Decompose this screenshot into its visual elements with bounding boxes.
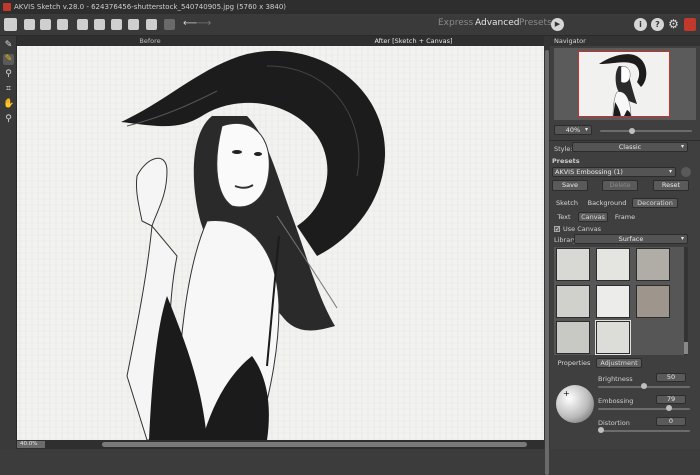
gallery-scrollbar[interactable]	[684, 247, 688, 355]
settings-panel: Navigator 40% ▾ Style: Classic ▾ Presets A…	[550, 36, 700, 449]
presets-select[interactable]: AKVIS Embossing (1) ▾	[552, 167, 676, 177]
zoom-select[interactable]: 40% ▾	[554, 125, 592, 135]
texture-thumb[interactable]	[556, 321, 590, 354]
save-preset-button[interactable]: Save	[552, 180, 588, 191]
canvas-tabs: Before After [Sketch + Canvas]	[17, 36, 544, 46]
texture-thumb[interactable]	[596, 248, 630, 281]
embossing-slider-knob[interactable]	[665, 405, 672, 411]
navigator-header: Navigator	[550, 36, 700, 46]
tab-canvas[interactable]: Canvas	[578, 212, 608, 222]
zoom-slider-knob[interactable]	[629, 128, 635, 134]
texture-thumb-selected[interactable]	[595, 320, 631, 355]
left-toolbar: ✎ ✎ ⚲ ⌗ ✋ ⚲	[0, 36, 17, 449]
library-select[interactable]: Surface ▾	[574, 234, 688, 244]
redo-icon[interactable]: ⟶	[197, 18, 211, 29]
distortion-slider[interactable]	[598, 430, 690, 432]
tab-properties[interactable]: Properties	[554, 358, 594, 368]
tab-adjustment[interactable]: Adjustment	[596, 358, 642, 368]
texture-thumb[interactable]	[636, 248, 670, 281]
zoom-icon[interactable]: ⚲	[3, 114, 14, 125]
brightness-slider-knob[interactable]	[641, 383, 647, 389]
tab-sketch[interactable]: Sketch	[552, 198, 582, 208]
light-direction-sphere[interactable]: +	[556, 385, 594, 423]
top-toolbar: ⟵ ⟶ Express Advanced Presets ▶ i ? ⚙	[0, 14, 700, 36]
texture-thumb[interactable]	[636, 285, 670, 318]
run-disabled-icon	[164, 19, 175, 30]
tab-background[interactable]: Background	[586, 198, 628, 208]
settings-icon[interactable]	[128, 19, 139, 30]
pencil-icon[interactable]: ✎	[3, 40, 14, 51]
brightness-value[interactable]: 50	[656, 373, 686, 382]
delete-preset-button[interactable]: Delete	[602, 180, 638, 191]
texture-thumb[interactable]	[596, 285, 630, 318]
after-tab[interactable]: After [Sketch + Canvas]	[283, 36, 544, 46]
mode-express[interactable]: Express	[438, 18, 473, 28]
undo-icon[interactable]: ⟵	[183, 18, 197, 29]
bookmark-icon[interactable]	[684, 18, 696, 31]
tab-decoration[interactable]: Decoration	[632, 198, 678, 208]
print-icon[interactable]	[57, 19, 68, 30]
presets-label: Presets	[552, 157, 580, 165]
before-tab[interactable]: Before	[17, 36, 283, 46]
embossing-label: Embossing	[598, 397, 634, 405]
distortion-label: Distortion	[598, 419, 630, 427]
brightness-label: Brightness	[598, 375, 633, 383]
use-canvas-checkbox[interactable]: ✓	[554, 226, 560, 233]
eraser-icon[interactable]: ✎	[3, 54, 14, 65]
horizontal-scrollbar[interactable]	[102, 442, 527, 447]
embossing-slider[interactable]	[598, 408, 690, 410]
sketch-image	[17, 46, 544, 440]
tab-text[interactable]: Text	[554, 212, 574, 222]
status-bar: 40.0%	[17, 440, 544, 449]
reset-preset-button[interactable]: Reset	[653, 180, 689, 191]
apply-icon[interactable]	[146, 19, 157, 30]
texture-thumb[interactable]	[556, 285, 590, 318]
help-icon[interactable]: ?	[651, 18, 664, 31]
navigator-preview[interactable]	[554, 48, 696, 120]
play-icon[interactable]: ▶	[551, 18, 564, 31]
zoom-readout[interactable]: 40.0%	[17, 441, 45, 448]
distortion-slider-knob[interactable]	[598, 427, 604, 433]
title-bar: AKVIS Sketch v.28.0 - 624376456-shutters…	[0, 0, 700, 14]
use-canvas-label: Use Canvas	[563, 225, 602, 233]
mode-presets[interactable]: Presets	[519, 18, 552, 28]
style-label: Style:	[554, 145, 573, 153]
style-select[interactable]: Classic ▾	[572, 142, 688, 152]
zoom-slider[interactable]	[600, 130, 692, 132]
stamp-icon[interactable]: ⚲	[3, 69, 14, 80]
texture-thumb[interactable]	[556, 248, 590, 281]
texture-gallery	[554, 247, 686, 355]
share-icon[interactable]	[111, 19, 122, 30]
hand-icon[interactable]: ✋	[3, 99, 14, 110]
distortion-value[interactable]: 0	[656, 417, 686, 426]
tab-frame[interactable]: Frame	[612, 212, 638, 222]
window-title: AKVIS Sketch v.28.0 - 624376456-shutters…	[14, 3, 287, 11]
info-icon[interactable]: i	[634, 18, 647, 31]
gear-icon[interactable]: ⚙	[667, 18, 680, 31]
embossing-value[interactable]: 79	[656, 395, 686, 404]
save-icon[interactable]	[40, 19, 51, 30]
favorite-icon[interactable]	[681, 167, 691, 177]
image-canvas[interactable]	[17, 46, 544, 440]
plugin-icon[interactable]	[94, 19, 105, 30]
mode-advanced[interactable]: Advanced	[475, 18, 519, 28]
home-icon[interactable]	[4, 18, 17, 31]
app-logo-icon	[3, 3, 11, 11]
batch-icon[interactable]	[77, 19, 88, 30]
crop-icon[interactable]: ⌗	[3, 84, 14, 95]
open-icon[interactable]	[24, 19, 35, 30]
